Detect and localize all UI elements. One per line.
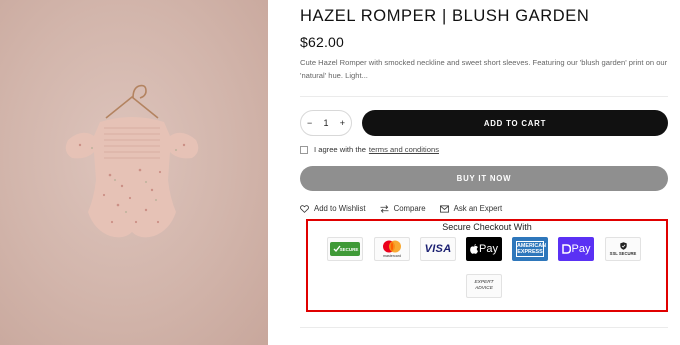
buy-it-now-button[interactable]: BUY IT NOW (300, 166, 668, 191)
compare-link[interactable]: Compare (380, 204, 426, 213)
o-logo-icon (561, 244, 571, 254)
divider (300, 327, 668, 328)
increase-quantity-button[interactable]: + (340, 118, 345, 128)
heart-icon (300, 204, 309, 213)
american-express-badge: AMERICAN EXPRESS (512, 237, 548, 261)
expert-advice-badge: EXPERT ADVICE (466, 274, 502, 298)
product-price: $62.00 (300, 34, 345, 50)
terms-checkbox[interactable] (300, 145, 308, 154)
wishlist-label: Add to Wishlist (314, 204, 366, 213)
secure-badge: SECURE (327, 237, 363, 261)
mastercard-badge: mastercard (374, 237, 410, 261)
divider (300, 96, 668, 97)
apple-pay-badge: Pay (466, 237, 502, 261)
green-shield-icon: SECURE (330, 242, 360, 256)
shield-check-icon (619, 241, 627, 250)
product-actions: Add to Wishlist Compare Ask an Expert (300, 204, 502, 213)
decrease-quantity-button[interactable]: − (307, 118, 312, 128)
product-title: HAZEL ROMPER | BLUSH GARDEN (300, 7, 590, 25)
compare-arrows-icon (380, 204, 389, 213)
opay-badge: Pay (558, 237, 594, 261)
compare-label: Compare (393, 204, 426, 213)
add-to-wishlist-link[interactable]: Add to Wishlist (300, 204, 366, 213)
ask-an-expert-link[interactable]: Ask an Expert (439, 204, 503, 213)
terms-row: I agree with the terms and conditions (300, 145, 439, 154)
product-image[interactable] (0, 0, 268, 345)
envelope-icon (439, 204, 449, 213)
secure-checkout-title: Secure Checkout With (442, 222, 532, 232)
mastercard-icon (383, 240, 401, 252)
visa-badge: VISA (420, 237, 456, 261)
ssl-secure-badge: SSL SECURE (605, 237, 641, 261)
product-description: Cute Hazel Romper with smocked neckline … (300, 58, 668, 80)
terms-link[interactable]: terms and conditions (369, 145, 439, 154)
add-to-cart-button[interactable]: ADD TO CART (362, 110, 668, 136)
terms-label: I agree with the (314, 145, 366, 154)
ask-expert-label: Ask an Expert (453, 204, 503, 213)
quantity-stepper[interactable]: − 1 + (300, 110, 352, 136)
apple-logo-icon (470, 244, 479, 254)
svg-text:SECURE: SECURE (340, 247, 359, 252)
secure-checkout-panel: Secure Checkout With SECURE mastercard V… (306, 219, 668, 312)
quantity-value[interactable]: 1 (323, 118, 328, 128)
